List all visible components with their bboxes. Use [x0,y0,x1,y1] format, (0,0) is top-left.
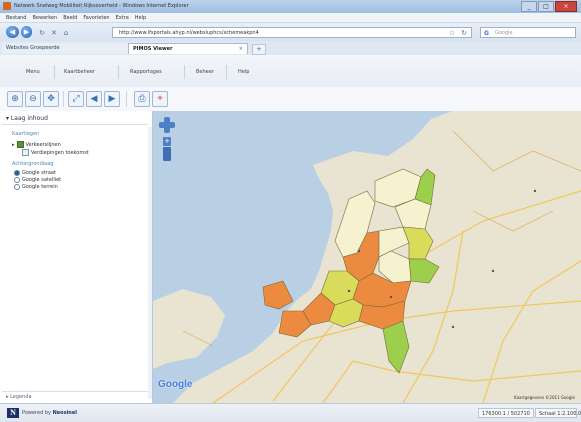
scale-readout: Schaal 1:2.100.000 [535,408,581,418]
zoom-in-tool-icon[interactable]: ⊕ [7,91,23,107]
search-placeholder: Google [495,30,513,36]
google-search-icon: G [484,30,489,37]
appmenu-separator [54,65,55,79]
sidebar-scrollbar[interactable] [148,127,152,399]
layer-checkbox-future[interactable] [22,149,29,156]
map-navigation-control: + [159,117,175,161]
city-dot [357,249,361,253]
background-label-terrain: Google terrein [22,184,58,190]
menu-help[interactable]: Help [135,13,146,22]
radio-street[interactable] [14,170,20,176]
favorite-star-icon[interactable]: ☆ [448,29,456,37]
google-logo: Google [158,379,193,390]
address-bar[interactable]: http://www.ifsportals.ahyp.nl/websluphcs… [112,27,472,38]
sidebar-footer-label: Legenda [10,394,32,400]
appmenu-map-management[interactable]: Kaartbeheer [64,69,95,75]
appmenu-separator [118,65,119,79]
refresh-page-icon[interactable]: ↻ [460,29,468,37]
menu-file[interactable]: Bestand [6,13,26,22]
section-background-layer: Achtergrondlaag [12,161,54,167]
close-button[interactable]: × [555,1,577,12]
layer-label-future: Verdiepingen toekomst [31,149,89,156]
appmenu-menu[interactable]: Menu [26,69,40,75]
coordinates-readout: 176300.1 / 502710 [478,408,534,418]
refresh-icon[interactable]: ↻ [38,29,46,37]
map-view[interactable]: + Google Kaartgegevens ©2011 Google [153,111,581,403]
window-title-bar: Netwerk Snelweg Mobiliteit Rijksoverheid… [0,0,581,13]
powered-by-label: Powered by [22,410,51,416]
zoom-out-tool-icon[interactable]: ⊖ [25,91,41,107]
menu-favorites[interactable]: Favorieten [83,13,109,22]
layer-row-traffic[interactable]: ▸ Verkeerslijnen [12,141,61,148]
maximize-button[interactable]: □ [538,1,554,12]
home-icon[interactable]: ⌂ [62,29,70,37]
navigation-bar: ◀ ▶ ↻ ✕ ⌂ http://www.ifsportals.ahyp.nl/… [0,23,581,42]
appmenu-reports[interactable]: Rapportages [130,69,162,75]
sidebar-header[interactable]: ▾ Laag inhoud [2,113,148,125]
pan-tool-icon[interactable]: ✥ [43,91,59,107]
section-map-layers: Kaartlagen [12,131,40,137]
radio-satellite[interactable] [14,177,20,183]
back-button[interactable]: ◀ [6,26,19,38]
menu-bar: Bestand Bewerken Beeld Favorieten Extra … [0,13,581,23]
address-url: http://www.ifsportals.ahyp.nl/websluphcs… [119,30,259,36]
new-tab-button[interactable]: + [252,44,266,55]
tab-pimos-viewer-label: PIMOS Viewer [133,46,173,52]
tab-close-icon[interactable]: × [239,44,243,54]
app-menu: Menu Kaartbeheer Rapportages Beheer Help [0,55,581,88]
minimize-button[interactable]: _ [521,1,537,12]
stop-icon[interactable]: ✕ [50,29,58,37]
background-option-satellite[interactable]: Google satelliet [14,177,61,183]
background-label-street: Google straat [22,170,56,176]
sidebar-title: Laag inhoud [10,115,48,122]
map-canvas[interactable] [153,111,581,403]
menu-edit[interactable]: Bewerken [32,13,57,22]
window-title: Netwerk Snelweg Mobiliteit Rijksoverheid… [14,3,189,9]
background-option-terrain[interactable]: Google terrein [14,184,58,190]
browser-app-icon [3,2,11,10]
next-extent-tool-icon[interactable]: ▶ [104,91,120,107]
toolbar-separator [126,91,127,107]
neosinel-logo: N [7,408,19,418]
brand-name[interactable]: Neosinel [53,410,77,416]
menu-view[interactable]: Beeld [63,13,77,22]
background-option-street[interactable]: Google straat [14,170,56,176]
layer-checkbox-traffic[interactable] [16,141,24,148]
city-dot [389,295,393,299]
sidebar-footer[interactable]: ▸ Legenda [2,391,148,401]
appmenu-help[interactable]: Help [238,69,249,75]
map-copyright: Kaartgegevens ©2011 Google [514,395,575,400]
city-dot [347,289,351,293]
menu-tools[interactable]: Extra [116,13,129,22]
tab-favorites-label: Websites Groepeerde [6,45,60,51]
locate-tool-icon[interactable]: ⌖ [152,91,168,107]
city-dot [533,189,537,193]
radio-terrain[interactable] [14,184,20,190]
powered-by: Powered by Neosinel [22,410,77,416]
previous-extent-tool-icon[interactable]: ◀ [86,91,102,107]
expand-icon[interactable]: ▸ [12,142,15,148]
print-tool-icon[interactable]: ⎙ [134,91,150,107]
appmenu-separator [226,65,227,79]
zoom-in-button[interactable]: + [163,137,171,146]
full-extent-tool-icon[interactable]: ⤢ [68,91,84,107]
status-bar: N Powered by Neosinel 176300.1 / 502710 … [0,403,581,422]
pan-control[interactable] [159,117,175,133]
city-dot [451,325,455,329]
tab-pimos-viewer[interactable]: PIMOS Viewer × [128,43,248,54]
appmenu-separator [184,65,185,79]
search-input[interactable]: G Google [480,27,576,38]
layer-label-traffic: Verkeerslijnen [25,141,61,148]
layer-row-future[interactable]: Verdiepingen toekomst [22,149,89,156]
tab-bar: Websites Groepeerde PIMOS Viewer × + [0,41,581,56]
forward-button[interactable]: ▶ [21,26,32,38]
appmenu-admin[interactable]: Beheer [196,69,214,75]
toolbar-separator [63,91,64,107]
city-dot [491,269,495,273]
background-label-satellite: Google satelliet [22,177,62,183]
map-toolbar: ⊕ ⊖ ✥ ⤢ ◀ ▶ ⎙ ⌖ [0,87,581,112]
zoom-slider[interactable] [163,147,171,161]
layer-sidebar: ▾ Laag inhoud Kaartlagen ▸ Verkeerslijne… [0,111,153,403]
